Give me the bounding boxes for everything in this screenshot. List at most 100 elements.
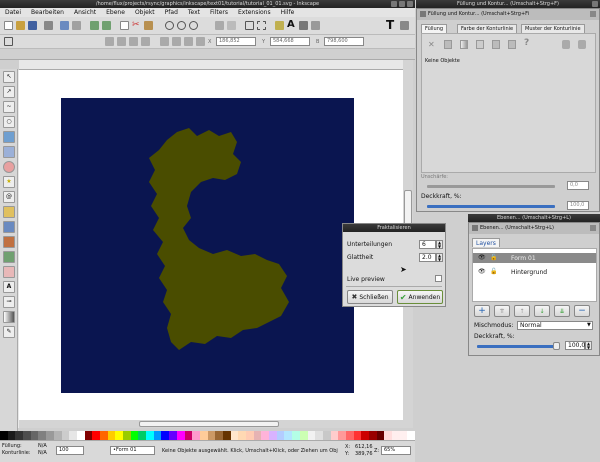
- color-swatch[interactable]: [192, 431, 200, 440]
- clone-icon[interactable]: [227, 21, 236, 30]
- color-swatch[interactable]: [407, 431, 416, 440]
- no-paint-icon[interactable]: ✕: [428, 40, 435, 49]
- color-swatch[interactable]: [61, 431, 70, 440]
- color-swatch[interactable]: [215, 431, 223, 440]
- live-preview-checkbox[interactable]: [435, 275, 442, 282]
- color-swatch[interactable]: [153, 431, 162, 440]
- color-swatch[interactable]: [0, 431, 8, 440]
- text-tool-icon[interactable]: T: [386, 19, 395, 31]
- maximize-button[interactable]: [399, 1, 405, 7]
- lower-layer-button[interactable]: ↓: [534, 305, 550, 317]
- connector-tool-icon[interactable]: ⊸: [3, 296, 15, 308]
- tab-layers[interactable]: Layers: [472, 238, 500, 247]
- even-odd-icon[interactable]: [562, 40, 570, 49]
- tab-fill[interactable]: Füllung: [421, 24, 448, 33]
- opacity-slider[interactable]: [427, 205, 555, 208]
- color-swatch[interactable]: [38, 431, 47, 440]
- eye-icon[interactable]: 👁: [478, 268, 486, 275]
- color-swatch[interactable]: [276, 431, 285, 440]
- flip-vertical-icon[interactable]: [141, 37, 150, 46]
- color-swatch[interactable]: [23, 431, 31, 440]
- ellipse-tool-icon[interactable]: [3, 161, 15, 173]
- pencil-tool-icon[interactable]: [3, 206, 15, 218]
- menu-filters[interactable]: Filters: [205, 8, 233, 17]
- color-swatch[interactable]: [46, 431, 54, 440]
- layer-opacity-slider-handle[interactable]: [553, 342, 560, 350]
- raise-layer-button[interactable]: ↑: [514, 305, 530, 317]
- color-swatch[interactable]: [284, 431, 293, 440]
- close-button[interactable]: [407, 1, 413, 7]
- color-swatch[interactable]: [199, 431, 208, 440]
- flat-color-icon[interactable]: [444, 40, 452, 49]
- zoom-tool-icon[interactable]: ○: [3, 116, 15, 128]
- paint-bucket-tool-icon[interactable]: [3, 251, 15, 263]
- fill-opacity-field[interactable]: 100,0: [567, 201, 589, 210]
- color-swatch[interactable]: [207, 431, 216, 440]
- y-coord-field[interactable]: 584,668: [270, 37, 310, 46]
- 3d-box-tool-icon[interactable]: [3, 146, 15, 158]
- tab-stroke-style[interactable]: Muster der Konturlinie: [521, 24, 585, 33]
- close-dialog-button[interactable]: ✖ Schließen: [347, 290, 393, 304]
- lock-icon[interactable]: 🔓: [490, 268, 497, 275]
- raise-icon[interactable]: [172, 37, 181, 46]
- color-swatch[interactable]: [376, 431, 385, 440]
- paste-icon[interactable]: [144, 21, 153, 30]
- rotate-cw-icon[interactable]: [117, 37, 126, 46]
- fill-stroke-close-button[interactable]: [592, 1, 598, 7]
- menu-extensions[interactable]: Extensions: [233, 8, 276, 17]
- add-layer-button[interactable]: +: [474, 305, 490, 317]
- color-swatch[interactable]: [92, 431, 100, 440]
- align-icon[interactable]: [311, 21, 320, 30]
- color-swatch[interactable]: [107, 431, 116, 440]
- fill-stroke-icon[interactable]: [275, 21, 284, 30]
- color-swatch[interactable]: [338, 431, 346, 440]
- print-icon[interactable]: [44, 21, 53, 30]
- color-swatch[interactable]: [253, 431, 262, 440]
- color-swatch[interactable]: [330, 431, 339, 440]
- color-swatch[interactable]: [361, 431, 369, 440]
- nonzero-icon[interactable]: [578, 40, 586, 49]
- open-icon[interactable]: [16, 21, 25, 30]
- color-palette[interactable]: [0, 431, 416, 440]
- rotate-ccw-icon[interactable]: [105, 37, 114, 46]
- layer-row[interactable]: 👁 🔓 Form 01: [473, 253, 596, 263]
- zoom-page-icon[interactable]: [189, 21, 198, 30]
- color-swatch[interactable]: [222, 431, 231, 440]
- color-swatch[interactable]: [230, 431, 239, 440]
- horizontal-scroll-thumb[interactable]: [139, 421, 279, 427]
- color-swatch[interactable]: [84, 431, 93, 440]
- layers-close-icon[interactable]: [590, 225, 596, 231]
- color-swatch[interactable]: [399, 431, 408, 440]
- color-swatch[interactable]: [299, 431, 308, 440]
- color-swatch[interactable]: [176, 431, 185, 440]
- smoothness-stepper[interactable]: ▲ ▼: [436, 253, 443, 262]
- copy-icon[interactable]: [120, 21, 129, 30]
- fill-indicator-value[interactable]: N/A: [38, 443, 47, 449]
- radial-gradient-icon[interactable]: [476, 40, 484, 49]
- width-field[interactable]: 798,600: [324, 37, 364, 46]
- color-swatch[interactable]: [315, 431, 323, 440]
- undo-icon[interactable]: [90, 21, 99, 30]
- smoothness-field[interactable]: 2.0: [419, 253, 436, 262]
- group-icon[interactable]: [245, 21, 254, 30]
- color-swatch[interactable]: [292, 431, 300, 440]
- color-swatch[interactable]: [269, 431, 277, 440]
- new-document-icon[interactable]: [4, 21, 13, 30]
- color-swatch[interactable]: [123, 431, 131, 440]
- color-swatch[interactable]: [30, 431, 39, 440]
- current-layer-dropdown[interactable]: •Form 01: [110, 446, 155, 455]
- layer-opacity-field[interactable]: 100,0: [565, 341, 585, 350]
- export-icon[interactable]: [72, 21, 81, 30]
- tab-stroke-paint[interactable]: Farbe der Konturlinie: [457, 24, 518, 33]
- color-swatch[interactable]: [99, 431, 108, 440]
- color-swatch[interactable]: [384, 431, 393, 440]
- text-tool-button-icon[interactable]: A: [3, 281, 15, 293]
- layer-row[interactable]: 👁 🔓 Hintergrund: [473, 267, 596, 277]
- menu-pfad[interactable]: Pfad: [160, 8, 183, 17]
- zoom-selection-icon[interactable]: [165, 21, 174, 30]
- delete-layer-button[interactable]: −: [574, 305, 590, 317]
- layer-opacity-stepper[interactable]: ▲ ▼: [585, 341, 592, 350]
- linear-gradient-icon[interactable]: [460, 40, 468, 49]
- swatch-icon[interactable]: [508, 40, 516, 49]
- color-swatch[interactable]: [169, 431, 177, 440]
